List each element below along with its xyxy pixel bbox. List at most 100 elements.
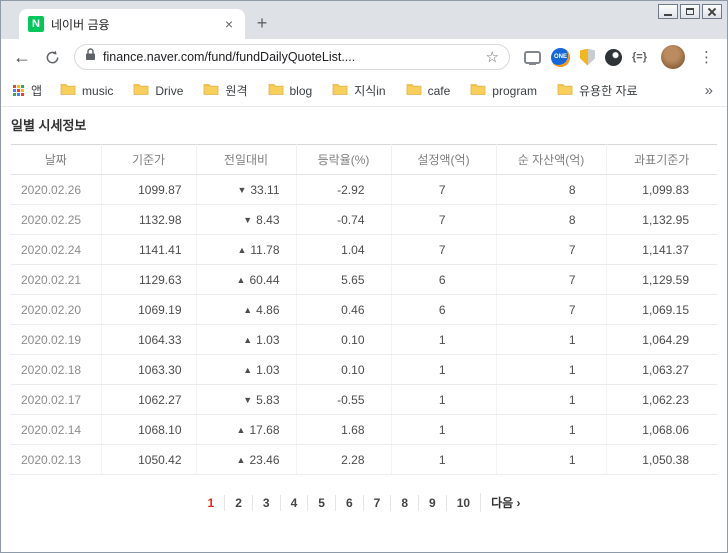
page-link-1[interactable]: 1 [198, 495, 225, 511]
menu-icon[interactable]: ⋮ [694, 48, 719, 66]
setup-amount-cell: 1 [391, 385, 496, 415]
change-cell: ▼5.83 [196, 385, 296, 415]
column-header: 기준가 [101, 145, 196, 175]
change-cell: ▲1.03 [196, 355, 296, 385]
tax-base-cell: 1,062.23 [606, 385, 717, 415]
rate-cell: 1.68 [296, 415, 391, 445]
date-cell: 2020.02.17 [11, 385, 101, 415]
address-bar[interactable]: finance.naver.com/fund/fundDailyQuoteLis… [74, 44, 510, 70]
tax-base-cell: 1,132.95 [606, 205, 717, 235]
page-link-3[interactable]: 3 [252, 495, 280, 511]
browser-window: N 네이버 금융 × + ← finance.naver.com/fund/fu… [0, 0, 728, 553]
rate-cell: 1.04 [296, 235, 391, 265]
apps-label: 앱 [31, 82, 42, 99]
apps-grid-icon [13, 85, 24, 96]
page-link-4[interactable]: 4 [280, 495, 308, 511]
bookmark-item-7[interactable]: program [470, 82, 537, 99]
down-arrow-icon: ▼ [243, 395, 252, 405]
page-link-2[interactable]: 2 [224, 495, 252, 511]
daily-quote-table: 날짜기준가전일대비등락율(%)설정액(억)순 자산액(억)과표기준가 2020.… [11, 144, 717, 475]
shield-extension-icon[interactable] [580, 49, 595, 66]
reload-icon[interactable] [39, 50, 65, 65]
tab-title: 네이버 금융 [51, 16, 215, 33]
minimize-icon [664, 14, 672, 16]
new-tab-button[interactable]: + [249, 10, 275, 36]
up-arrow-icon: ▲ [243, 365, 252, 375]
column-header: 전일대비 [196, 145, 296, 175]
rate-cell: -0.55 [296, 385, 391, 415]
next-page-link[interactable]: 다음 › [480, 493, 530, 512]
page-link-9[interactable]: 9 [418, 495, 446, 511]
date-cell: 2020.02.18 [11, 355, 101, 385]
bookmark-item-2[interactable]: Drive [133, 82, 183, 99]
window-controls [658, 4, 722, 19]
dark-circle-extension-icon[interactable] [605, 49, 622, 66]
price-cell: 1069.19 [101, 295, 196, 325]
column-header: 등락율(%) [296, 145, 391, 175]
page-link-7[interactable]: 7 [363, 495, 391, 511]
setup-amount-cell: 1 [391, 355, 496, 385]
tax-base-cell: 1,064.29 [606, 325, 717, 355]
net-asset-cell: 8 [496, 175, 606, 205]
folder-icon [470, 82, 486, 99]
tab-close-icon[interactable]: × [222, 16, 236, 32]
bookmark-label: 원격 [225, 82, 247, 99]
page-link-10[interactable]: 10 [446, 495, 480, 511]
minimize-button[interactable] [658, 4, 678, 19]
table-row: 2020.02.141068.10▲17.681.68111,068.06 [11, 415, 717, 445]
page-link-8[interactable]: 8 [390, 495, 418, 511]
down-arrow-icon: ▼ [243, 215, 252, 225]
net-asset-cell: 7 [496, 265, 606, 295]
change-cell: ▲23.46 [196, 445, 296, 475]
close-button[interactable] [702, 4, 722, 19]
setup-amount-cell: 6 [391, 295, 496, 325]
page-link-5[interactable]: 5 [307, 495, 335, 511]
up-arrow-icon: ▲ [237, 455, 246, 465]
price-cell: 1129.63 [101, 265, 196, 295]
bookmark-item-5[interactable]: 지식in [332, 82, 385, 99]
setup-amount-cell: 7 [391, 235, 496, 265]
rate-cell: 0.10 [296, 355, 391, 385]
net-asset-cell: 7 [496, 235, 606, 265]
bookmark-item-6[interactable]: cafe [406, 82, 451, 99]
browser-toolbar: ← finance.naver.com/fund/fundDailyQuoteL… [1, 39, 727, 75]
apps-button[interactable]: 앱 [13, 82, 42, 99]
bookmark-star-icon[interactable]: ☆ [486, 48, 499, 66]
bookmark-items: music Drive 원격 blog 지식in cafe program 유용한 자료 [60, 82, 685, 99]
column-header: 설정액(억) [391, 145, 496, 175]
page-link-6[interactable]: 6 [335, 495, 363, 511]
bookmark-item-4[interactable]: blog [268, 82, 313, 99]
url-text[interactable]: finance.naver.com/fund/fundDailyQuoteLis… [103, 50, 479, 64]
tax-base-cell: 1,050.38 [606, 445, 717, 475]
profile-avatar[interactable] [661, 45, 685, 69]
table-row: 2020.02.191064.33▲1.030.10111,064.29 [11, 325, 717, 355]
bookmark-label: 지식in [354, 82, 385, 99]
change-cell: ▲60.44 [196, 265, 296, 295]
net-asset-cell: 1 [496, 325, 606, 355]
bookmark-item-1[interactable]: music [60, 82, 113, 99]
setup-amount-cell: 1 [391, 325, 496, 355]
folder-icon [203, 82, 219, 99]
tax-base-cell: 1,068.06 [606, 415, 717, 445]
bookmarks-overflow-icon[interactable]: » [703, 82, 715, 99]
bookmark-label: Drive [155, 84, 183, 98]
maximize-button[interactable] [680, 4, 700, 19]
bookmark-item-8[interactable]: 유용한 자료 [557, 82, 638, 99]
tax-base-cell: 1,129.59 [606, 265, 717, 295]
bookmarks-bar: 앱 musicDrive원격blog지식incafeprogram유용한 자료 … [1, 75, 727, 107]
bookmark-item-3[interactable]: 원격 [203, 82, 247, 99]
pagination: 12345678910다음 › [11, 493, 717, 512]
setup-amount-cell: 1 [391, 415, 496, 445]
browser-tab[interactable]: N 네이버 금융 × [19, 9, 245, 39]
net-asset-cell: 8 [496, 205, 606, 235]
braces-extension-icon[interactable]: {=} [632, 51, 647, 63]
cast-extension-icon[interactable] [524, 51, 541, 64]
price-cell: 1062.27 [101, 385, 196, 415]
folder-icon [557, 82, 573, 99]
table-header-row: 날짜기준가전일대비등락율(%)설정액(억)순 자산액(억)과표기준가 [11, 145, 717, 175]
back-icon[interactable]: ← [9, 48, 35, 66]
down-arrow-icon: ▼ [237, 185, 246, 195]
bookmark-label: blog [290, 84, 313, 98]
one-extension-icon[interactable]: ONE [551, 48, 570, 67]
setup-amount-cell: 7 [391, 175, 496, 205]
